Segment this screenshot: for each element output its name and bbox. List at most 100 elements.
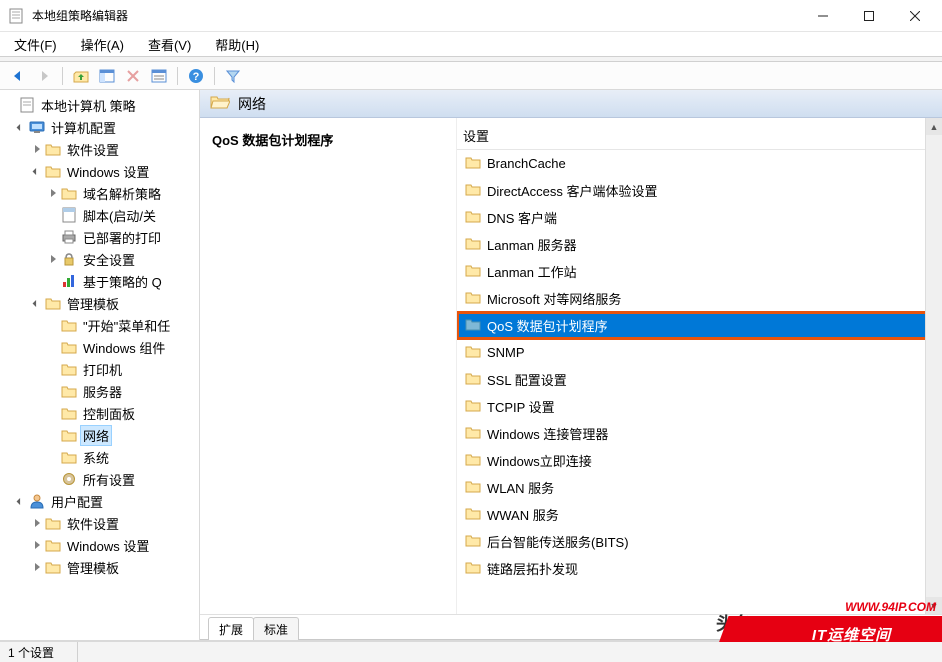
- setting-row[interactable]: Microsoft 对等网络服务: [457, 285, 942, 312]
- content-pane: 网络 QoS 数据包计划程序 设置 BranchCacheDirectAcces…: [200, 90, 942, 640]
- tree-item[interactable]: 脚本(启动/关: [0, 204, 199, 226]
- menu-file[interactable]: 文件(F): [10, 33, 61, 56]
- tree-label: Windows 设置: [64, 161, 152, 182]
- tree-item[interactable]: 管理模板: [0, 556, 199, 578]
- menu-help[interactable]: 帮助(H): [211, 33, 263, 56]
- forward-button[interactable]: [32, 65, 56, 87]
- setting-label: Lanman 服务器: [487, 235, 577, 254]
- tree-item[interactable]: 控制面板: [0, 402, 199, 424]
- tree-label: 管理模板: [64, 293, 122, 314]
- printer-icon: [60, 228, 78, 246]
- tree-comp-config[interactable]: 计算机配置: [0, 116, 199, 138]
- details-title: QoS 数据包计划程序: [212, 130, 444, 149]
- setting-label: 链路层拓扑发现: [487, 559, 578, 578]
- menu-action[interactable]: 操作(A): [77, 33, 128, 56]
- chevron-right-icon[interactable]: [46, 252, 60, 266]
- tree-item[interactable]: 打印机: [0, 358, 199, 380]
- chevron-right-icon[interactable]: [30, 560, 44, 574]
- tree-label: Windows 组件: [80, 337, 168, 358]
- tree-label: 基于策略的 Q: [80, 271, 165, 292]
- setting-row[interactable]: Lanman 工作站: [457, 258, 942, 285]
- chevron-right-icon[interactable]: [30, 538, 44, 552]
- tree-item[interactable]: Windows 设置: [0, 534, 199, 556]
- tab-standard[interactable]: 标准: [253, 617, 299, 640]
- folder-icon: [60, 448, 78, 466]
- tree-root[interactable]: 本地计算机 策略: [0, 94, 199, 116]
- folder-icon: [465, 236, 481, 253]
- chevron-icon: [4, 98, 18, 112]
- setting-row[interactable]: QoS 数据包计划程序: [457, 312, 942, 339]
- menu-bar: 文件(F) 操作(A) 查看(V) 帮助(H): [0, 32, 942, 56]
- chevron-down-icon[interactable]: [30, 164, 44, 178]
- folder-icon: [44, 514, 62, 532]
- tree-label: 控制面板: [80, 403, 138, 424]
- tree-item[interactable]: 基于策略的 Q: [0, 270, 199, 292]
- up-button[interactable]: [69, 65, 93, 87]
- tree-item[interactable]: 已部署的打印: [0, 226, 199, 248]
- tree-user-config[interactable]: 用户配置: [0, 490, 199, 512]
- tree-item[interactable]: 服务器: [0, 380, 199, 402]
- scrollbar[interactable]: ▲ ▼: [925, 118, 942, 614]
- scroll-up-button[interactable]: ▲: [926, 118, 942, 135]
- tree-item[interactable]: 系统: [0, 446, 199, 468]
- computer-icon: [28, 118, 46, 136]
- content-header: 网络: [200, 90, 942, 118]
- back-button[interactable]: [6, 65, 30, 87]
- tree-item[interactable]: 所有设置: [0, 468, 199, 490]
- close-button[interactable]: [892, 2, 938, 30]
- setting-row[interactable]: SNMP: [457, 339, 942, 366]
- chevron-down-icon[interactable]: [30, 296, 44, 310]
- folder-icon: [465, 479, 481, 496]
- tree-label: 软件设置: [64, 513, 122, 534]
- setting-row[interactable]: DNS 客户端: [457, 204, 942, 231]
- tree-item[interactable]: "开始"菜单和任: [0, 314, 199, 336]
- tree-item[interactable]: 软件设置: [0, 138, 199, 160]
- content-header-title: 网络: [238, 94, 266, 114]
- setting-row[interactable]: Windows 连接管理器: [457, 420, 942, 447]
- chevron-down-icon[interactable]: [14, 120, 28, 134]
- column-header-settings[interactable]: 设置: [457, 118, 942, 149]
- tree-item-network[interactable]: 网络: [0, 424, 199, 446]
- show-hide-tree-button[interactable]: [95, 65, 119, 87]
- properties-button[interactable]: [147, 65, 171, 87]
- tree-item[interactable]: 安全设置: [0, 248, 199, 270]
- setting-row[interactable]: SSL 配置设置: [457, 366, 942, 393]
- help-button[interactable]: ?: [184, 65, 208, 87]
- setting-label: 后台智能传送服务(BITS): [487, 532, 629, 551]
- chevron-right-icon[interactable]: [46, 186, 60, 200]
- menu-view[interactable]: 查看(V): [144, 33, 195, 56]
- chevron-down-icon[interactable]: [14, 494, 28, 508]
- tree-item[interactable]: 域名解析策略: [0, 182, 199, 204]
- setting-row[interactable]: 链路层拓扑发现: [457, 555, 942, 582]
- tab-extended[interactable]: 扩展: [208, 617, 254, 640]
- minimize-button[interactable]: [800, 2, 846, 30]
- chevron-right-icon[interactable]: [30, 516, 44, 530]
- chevron-right-icon[interactable]: [30, 142, 44, 156]
- tree-label: 管理模板: [64, 557, 122, 578]
- tree-item[interactable]: Windows 设置: [0, 160, 199, 182]
- maximize-button[interactable]: [846, 2, 892, 30]
- tree-label: Windows 设置: [64, 535, 152, 556]
- tree-item[interactable]: Windows 组件: [0, 336, 199, 358]
- folder-icon: [44, 558, 62, 576]
- folder-icon: [465, 263, 481, 280]
- setting-row[interactable]: Lanman 服务器: [457, 231, 942, 258]
- scroll-down-button[interactable]: ▼: [926, 597, 942, 614]
- setting-row[interactable]: BranchCache: [457, 150, 942, 177]
- filter-button[interactable]: [221, 65, 245, 87]
- tree-label: 本地计算机 策略: [38, 95, 139, 116]
- tree-item[interactable]: 软件设置: [0, 512, 199, 534]
- setting-row[interactable]: 后台智能传送服务(BITS): [457, 528, 942, 555]
- delete-button[interactable]: [121, 65, 145, 87]
- setting-label: TCPIP 设置: [487, 397, 555, 416]
- tree-label: 已部署的打印: [80, 227, 164, 248]
- setting-label: Windows立即连接: [487, 451, 592, 470]
- setting-row[interactable]: WWAN 服务: [457, 501, 942, 528]
- setting-row[interactable]: Windows立即连接: [457, 447, 942, 474]
- setting-row[interactable]: DirectAccess 客户端体验设置: [457, 177, 942, 204]
- setting-row[interactable]: TCPIP 设置: [457, 393, 942, 420]
- setting-row[interactable]: WLAN 服务: [457, 474, 942, 501]
- folder-icon: [465, 371, 481, 388]
- folder-icon: [60, 316, 78, 334]
- tree-item[interactable]: 管理模板: [0, 292, 199, 314]
